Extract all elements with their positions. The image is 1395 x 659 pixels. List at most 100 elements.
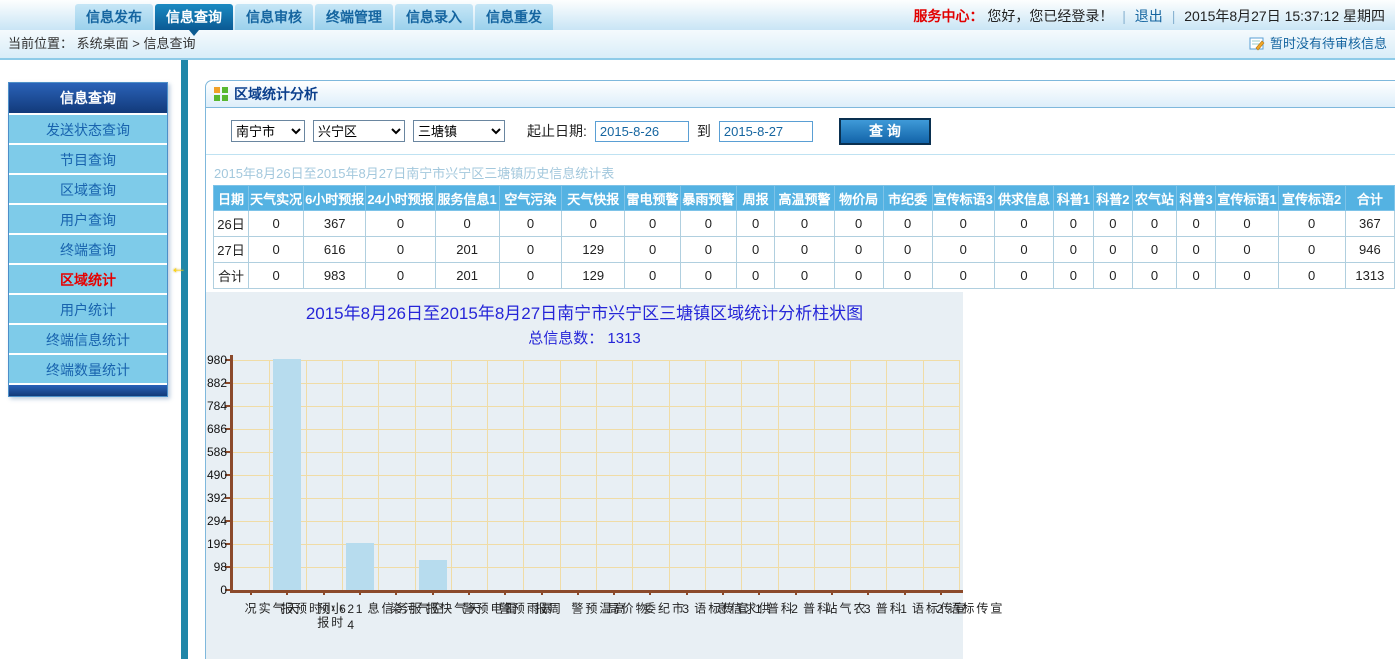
gridline-v bbox=[523, 360, 524, 590]
nav-tab-2[interactable]: 信息查询 bbox=[155, 4, 233, 30]
y-axis-label: 588 bbox=[205, 445, 227, 459]
date-range-label: 起止日期: bbox=[527, 121, 587, 141]
table-cell: 0 bbox=[499, 237, 562, 263]
table-cell: 0 bbox=[775, 211, 834, 237]
sidebar-item-7[interactable]: 用户统计 bbox=[9, 293, 167, 323]
table-header-cell: 供求信息 bbox=[994, 186, 1053, 211]
table-cell: 0 bbox=[1093, 211, 1132, 237]
x-axis-tick bbox=[795, 590, 797, 595]
x-axis-tick bbox=[250, 590, 252, 595]
sidebar-splitter[interactable] bbox=[181, 60, 188, 659]
table-cell: 983 bbox=[304, 263, 366, 289]
sidebar-item-5[interactable]: 终端查询 bbox=[9, 233, 167, 263]
pending-review-notice[interactable]: 暂时没有待审核信息 bbox=[1249, 30, 1387, 58]
y-axis-label: 294 bbox=[205, 514, 227, 528]
gridline-v bbox=[632, 360, 633, 590]
table-cell: 0 bbox=[1054, 263, 1093, 289]
table-header-cell: 24小时预报 bbox=[366, 186, 435, 211]
gridline-v bbox=[378, 360, 379, 590]
sidebar-item-2[interactable]: 节目查询 bbox=[9, 143, 167, 173]
town-select[interactable]: 三塘镇 bbox=[413, 120, 505, 142]
table-cell: 0 bbox=[1216, 237, 1278, 263]
table-cell: 0 bbox=[499, 263, 562, 289]
start-date-input[interactable] bbox=[595, 121, 689, 142]
table-cell: 0 bbox=[1133, 211, 1177, 237]
nav-tab-5[interactable]: 信息录入 bbox=[395, 4, 473, 30]
table-header-cell: 宣传标语1 bbox=[1216, 186, 1278, 211]
breadcrumb-bar: 当前位置： 系统桌面 > 信息查询 暂时没有待审核信息 bbox=[0, 30, 1395, 60]
sidebar-item-8[interactable]: 终端信息统计 bbox=[9, 323, 167, 353]
sidebar-item-9[interactable]: 终端数量统计 bbox=[9, 353, 167, 383]
x-axis-label: 宣传标语2 bbox=[933, 602, 1003, 618]
city-select[interactable]: 南宁市 bbox=[231, 120, 305, 142]
table-cell: 0 bbox=[1054, 211, 1093, 237]
x-axis-tick bbox=[359, 590, 361, 595]
nav-tab-6[interactable]: 信息重发 bbox=[475, 4, 553, 30]
breadcrumb-root[interactable]: 系统桌面 bbox=[77, 36, 129, 51]
logout-link[interactable]: 退出 bbox=[1135, 8, 1163, 24]
table-cell: 0 bbox=[1054, 237, 1093, 263]
table-cell: 27日 bbox=[214, 237, 249, 263]
x-axis-label: 周报 bbox=[534, 602, 562, 616]
gridline-v bbox=[560, 360, 561, 590]
bar-6小时预报 bbox=[273, 359, 301, 590]
table-cell: 0 bbox=[775, 237, 834, 263]
table-cell: 0 bbox=[1216, 211, 1278, 237]
table-cell: 0 bbox=[883, 211, 932, 237]
table-cell: 0 bbox=[680, 211, 736, 237]
sidebar-item-1[interactable]: 发送状态查询 bbox=[9, 113, 167, 143]
table-cell: 0 bbox=[883, 237, 932, 263]
y-axis-label: 0 bbox=[205, 583, 227, 597]
chart-title: 2015年8月26日至2015年8月27日南宁市兴宁区三塘镇区域统计分析柱状图 bbox=[206, 292, 963, 324]
content-area: 信息查询 发送状态查询节目查询区域查询用户查询终端查询区域统计用户统计终端信息统… bbox=[0, 60, 1395, 659]
table-header-cell: 日期 bbox=[214, 186, 249, 211]
table-header-cell: 科普1 bbox=[1054, 186, 1093, 211]
table-header-cell: 科普2 bbox=[1093, 186, 1132, 211]
query-form: 南宁市 兴宁区 三塘镇 起止日期: 到 查 询 bbox=[206, 108, 1395, 155]
x-axis-tick bbox=[541, 590, 543, 595]
pending-review-text: 暂时没有待审核信息 bbox=[1270, 30, 1387, 58]
table-header-cell: 暴雨预警 bbox=[680, 186, 736, 211]
table-cell: 201 bbox=[435, 263, 499, 289]
table-cell: 0 bbox=[834, 263, 883, 289]
nav-tab-3[interactable]: 信息审核 bbox=[235, 4, 313, 30]
table-cell: 129 bbox=[562, 237, 625, 263]
query-button[interactable]: 查 询 bbox=[839, 118, 931, 145]
nav-tab-4[interactable]: 终端管理 bbox=[315, 4, 393, 30]
chart-plot-area: 098196294392490588686784882980天气实况6小时预报2… bbox=[233, 360, 959, 590]
table-cell: 0 bbox=[249, 237, 304, 263]
district-select[interactable]: 兴宁区 bbox=[313, 120, 405, 142]
table-header-row: 日期天气实况6小时预报24小时预报服务信息1空气污染天气快报雷电预警暴雨预警周报… bbox=[214, 186, 1395, 211]
bar-chart: 2015年8月26日至2015年8月27日南宁市兴宁区三塘镇区域统计分析柱状图 … bbox=[206, 292, 963, 659]
y-axis-label: 882 bbox=[205, 376, 227, 390]
nav-tab-1[interactable]: 信息发布 bbox=[75, 4, 153, 30]
x-axis-tick bbox=[940, 590, 942, 595]
table-cell: 0 bbox=[366, 211, 435, 237]
table-header-cell: 宣传标语2 bbox=[1278, 186, 1345, 211]
panel-title: 区域统计分析 bbox=[234, 84, 318, 104]
end-date-input[interactable] bbox=[719, 121, 813, 142]
divider: | bbox=[1172, 8, 1176, 24]
sidebar-item-4[interactable]: 用户查询 bbox=[9, 203, 167, 233]
gridline-v bbox=[451, 360, 452, 590]
service-center-label: 服务中心： bbox=[913, 8, 983, 24]
table-title: 2015年8月26日至2015年8月27日南宁市兴宁区三塘镇历史信息统计表 bbox=[214, 163, 1395, 182]
breadcrumb-current: 信息查询 bbox=[144, 36, 196, 51]
gridline-v bbox=[596, 360, 597, 590]
sidebar-item-3[interactable]: 区域查询 bbox=[9, 173, 167, 203]
collapse-sidebar-arrow-icon[interactable]: ← bbox=[170, 258, 187, 278]
x-axis-tick bbox=[323, 590, 325, 595]
y-axis-label: 490 bbox=[205, 468, 227, 482]
y-axis-label: 196 bbox=[205, 537, 227, 551]
table-cell: 0 bbox=[1278, 237, 1345, 263]
table-cell: 616 bbox=[304, 237, 366, 263]
table-cell: 0 bbox=[625, 263, 681, 289]
table-header-cell: 农气站 bbox=[1133, 186, 1177, 211]
breadcrumb-prefix: 当前位置： bbox=[8, 36, 73, 51]
table-cell: 0 bbox=[680, 237, 736, 263]
sidebar-item-6[interactable]: 区域统计 bbox=[9, 263, 167, 293]
table-header-cell: 服务信息1 bbox=[435, 186, 499, 211]
x-axis-tick bbox=[468, 590, 470, 595]
table-header-cell: 合计 bbox=[1345, 186, 1394, 211]
x-axis-tick bbox=[831, 590, 833, 595]
